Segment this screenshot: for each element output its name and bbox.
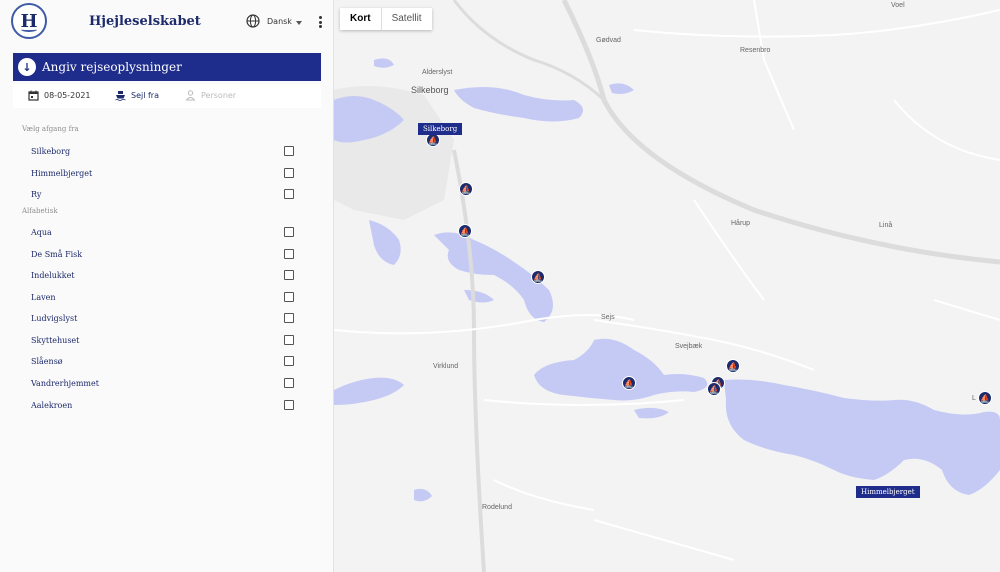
logo[interactable]: H	[11, 3, 47, 39]
arrow-down-icon: ↓	[18, 58, 36, 76]
tab-map[interactable]: Kort	[340, 8, 381, 30]
boat-stop-marker[interactable]: ⛵	[458, 224, 472, 238]
boat-stop-marker[interactable]: ⛵	[531, 270, 545, 284]
boat-stop-marker[interactable]: ⛵	[707, 382, 721, 396]
boat-stop-marker[interactable]: ⛵	[726, 359, 740, 373]
checkbox[interactable]	[284, 356, 294, 366]
top-bar: H Hjejleselskabet Dansk	[0, 0, 334, 46]
checkbox[interactable]	[284, 249, 294, 259]
more-vert-icon[interactable]	[319, 16, 323, 28]
item-label: Skyttehuset	[31, 336, 80, 345]
list-item[interactable]: Ry	[0, 186, 320, 206]
brand-name: Hjejleselskabet	[89, 14, 201, 29]
date-value: 08-05-2021	[44, 91, 91, 100]
item-label: Laven	[31, 293, 56, 302]
town-label: Voel	[891, 2, 905, 9]
boat-stop-marker[interactable]: ⛵	[426, 133, 440, 147]
info-bar: 08-05-2021 Sejl fra Personer	[13, 84, 321, 108]
list-item[interactable]: Aalekroen	[0, 397, 320, 417]
travel-info-header[interactable]: ↓ Angiv rejseoplysninger	[13, 53, 321, 81]
app-root: H Hjejleselskabet Dansk ↓ Angiv rejseopl…	[0, 0, 1000, 572]
town-label: Rodelund	[482, 504, 512, 511]
item-label: Ry	[31, 190, 42, 199]
item-label: Aqua	[31, 228, 52, 237]
departure-group-label: Vælg afgang fra	[22, 125, 79, 133]
list-item[interactable]: Vandrerhjemmet	[0, 375, 320, 395]
town-label: Virklund	[433, 363, 459, 370]
checkbox[interactable]	[284, 378, 294, 388]
checkbox[interactable]	[284, 400, 294, 410]
checkbox[interactable]	[284, 313, 294, 323]
list-item[interactable]: Slåensø	[0, 353, 320, 373]
person-icon	[185, 90, 196, 101]
item-label: Aalekroen	[31, 401, 73, 410]
list-item[interactable]: Laven	[0, 289, 320, 309]
alpha-group-label: Alfabetisk	[22, 207, 58, 215]
town-label: Alderslyst	[422, 69, 453, 76]
town-label: Silkeborg	[411, 85, 449, 95]
stop-tag-silkeborg[interactable]: Silkeborg	[418, 123, 463, 135]
calendar-icon	[28, 90, 39, 101]
globe-icon[interactable]	[246, 14, 260, 28]
sidebar: H Hjejleselskabet Dansk ↓ Angiv rejseopl…	[0, 0, 334, 572]
caret-down-icon[interactable]	[296, 21, 302, 25]
item-label: Himmelbjerget	[31, 169, 93, 178]
item-label: Indelukket	[31, 271, 75, 280]
item-label: Slåensø	[31, 357, 63, 366]
list-item[interactable]: Skyttehuset	[0, 332, 320, 352]
town-label: Hårup	[731, 220, 751, 227]
checkbox[interactable]	[284, 270, 294, 280]
checkbox[interactable]	[284, 292, 294, 302]
language-select[interactable]: Dansk	[267, 17, 292, 26]
town-label: Gødvad	[596, 37, 621, 44]
list-item[interactable]: Silkeborg	[0, 143, 320, 163]
date-picker[interactable]: 08-05-2021	[28, 90, 91, 101]
travel-info-title: Angiv rejseoplysninger	[42, 60, 182, 74]
list-item[interactable]: Aqua	[0, 224, 320, 244]
town-label: Svejbæk	[675, 343, 703, 350]
sail-from-label: Sejl fra	[131, 91, 159, 100]
tab-satellite[interactable]: Satellit	[380, 8, 432, 30]
list-item[interactable]: Ludvigslyst	[0, 310, 320, 330]
list-item[interactable]: Indelukket	[0, 267, 320, 287]
checkbox[interactable]	[284, 168, 294, 178]
checkbox[interactable]	[284, 335, 294, 345]
map-view[interactable]: Kort Satellit Silkeborg Alderslyst Gødva…	[334, 0, 1000, 572]
map-type-toggle[interactable]: Kort Satellit	[340, 8, 432, 30]
boat-stop-marker[interactable]: ⛵	[978, 391, 992, 405]
ship-icon	[115, 91, 126, 101]
town-label: L	[972, 395, 976, 402]
list-item[interactable]: Himmelbjerget	[0, 165, 320, 185]
stop-tag-himmelbjerget[interactable]: Himmelbjerget	[856, 486, 920, 498]
town-label: Linå	[879, 222, 893, 229]
checkbox[interactable]	[284, 227, 294, 237]
persons-selector[interactable]: Personer	[185, 90, 236, 101]
town-label: Resenbro	[740, 47, 771, 54]
item-label: Vandrerhjemmet	[31, 379, 99, 388]
checkbox[interactable]	[284, 189, 294, 199]
sail-from-selector[interactable]: Sejl fra	[115, 90, 159, 101]
boat-stop-marker[interactable]: ⛵	[459, 182, 473, 196]
town-label: Sejs	[601, 314, 615, 321]
item-label: Silkeborg	[31, 147, 71, 156]
boat-stop-marker[interactable]: ⛵	[622, 376, 636, 390]
list-item[interactable]: De Små Fisk	[0, 246, 320, 266]
checkbox[interactable]	[284, 146, 294, 156]
persons-label: Personer	[201, 91, 237, 100]
item-label: De Små Fisk	[31, 250, 83, 259]
item-label: Ludvigslyst	[31, 314, 78, 323]
